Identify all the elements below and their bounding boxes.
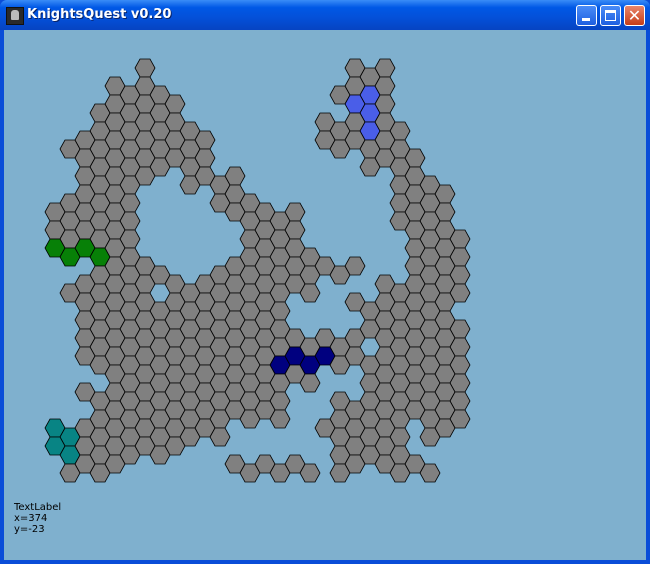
close-button[interactable]: ✕ <box>624 5 645 26</box>
game-canvas[interactable]: TextLabel x=374 y=-23 <box>4 30 646 560</box>
coordinate-readout: TextLabel x=374 y=-23 <box>14 502 61 535</box>
hex-map[interactable] <box>4 30 646 560</box>
readout-label: TextLabel <box>14 502 62 513</box>
close-icon: ✕ <box>627 6 642 25</box>
readout-y: y=-23 <box>14 524 45 535</box>
maximize-icon <box>605 10 616 21</box>
readout-x: x=374 <box>14 513 48 524</box>
app-window: KnightsQuest v0.20 ✕ TextLabel x=374 y=-… <box>0 0 650 564</box>
minimize-icon <box>582 18 590 21</box>
window-title: KnightsQuest v0.20 <box>27 7 172 22</box>
maximize-button[interactable] <box>600 5 621 26</box>
knight-helmet-icon <box>6 7 24 25</box>
hex-tile[interactable] <box>134 58 156 78</box>
minimize-button[interactable] <box>576 5 597 26</box>
title-bar[interactable]: KnightsQuest v0.20 ✕ <box>0 0 650 30</box>
